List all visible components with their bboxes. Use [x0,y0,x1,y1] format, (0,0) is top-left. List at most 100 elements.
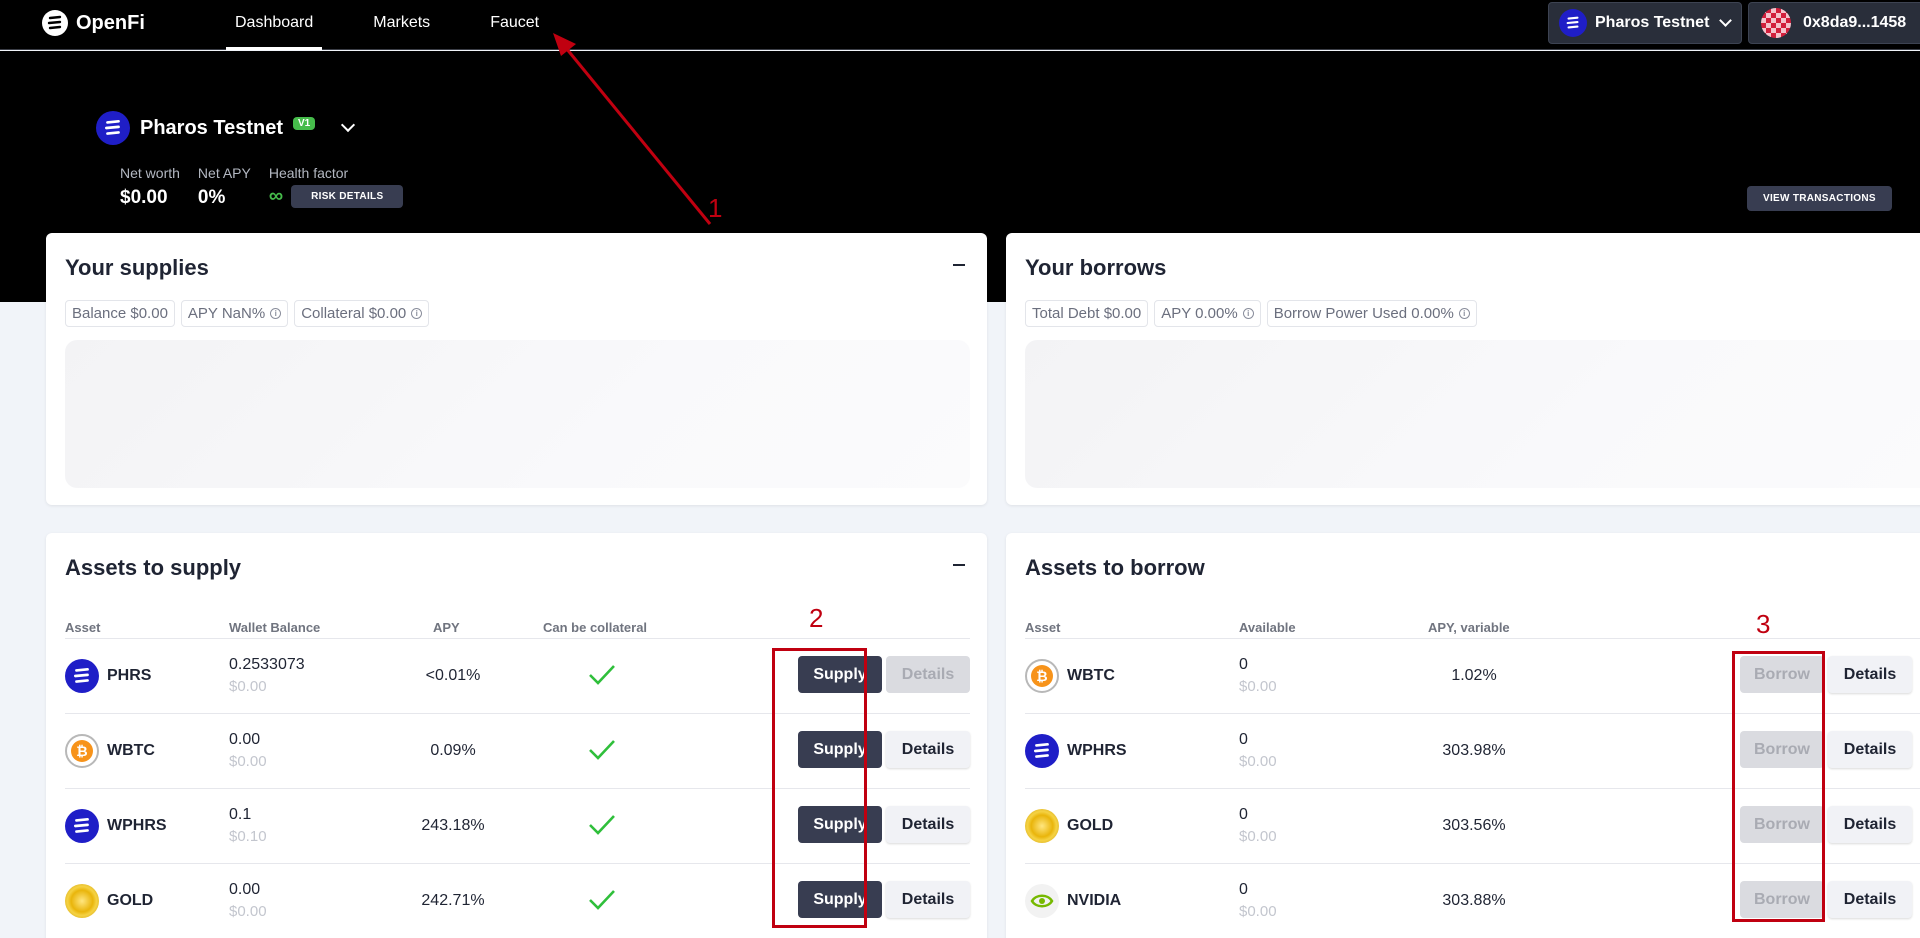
wallet-balance-usd: $0.00 [229,903,267,920]
available-amount: 0 [1239,881,1248,898]
brand-name: OpenFi [76,11,145,34]
bitcoin-token-icon: ₿ [1025,659,1059,693]
health-factor-label: Health factor [268,165,349,181]
hero-stats: Net worth $0.00 Net APY 0% Health factor… [120,165,404,209]
net-apy-stat: Net APY 0% [198,165,251,209]
details-button[interactable]: Details [886,731,970,768]
info-icon[interactable]: i [1458,308,1470,319]
borrows-debt-chip: Total Debt $0.00 [1025,300,1149,327]
gold-token-icon [1025,809,1059,843]
brand[interactable]: OpenFi [42,10,145,36]
col-asset: Asset [65,620,101,635]
chevron-down-icon [1719,14,1733,27]
asset-cell[interactable]: GOLD [65,884,153,918]
asset-symbol: NVIDIA [1067,892,1122,909]
asset-symbol: WPHRS [1067,742,1127,759]
pharos-network-icon [96,111,130,145]
wallet-balance: 0.2533073 [229,656,305,673]
wallet-address-button[interactable]: 0x8da9...1458 [1748,2,1920,44]
chip-text: APY 0.00% [1161,305,1238,322]
asset-symbol: WBTC [1067,667,1115,684]
check-icon [589,665,615,685]
asset-cell[interactable]: WPHRS [1025,734,1127,768]
risk-details-button[interactable]: RISK DETAILS [291,185,404,208]
svg-text:₿: ₿ [1036,669,1047,685]
available-amount: 0 [1239,806,1248,823]
svg-text:₿: ₿ [76,744,87,760]
details-button[interactable]: Details [886,656,970,693]
chip-text: Balance $0.00 [72,305,168,322]
supplies-apy-chip: APY NaN% i [180,300,289,327]
asset-cell[interactable]: PHRS [65,659,151,693]
col-apy-variable: APY, variable [1428,620,1510,635]
top-navbar: OpenFi Dashboard Markets Faucet Pharos T… [0,0,1920,50]
wallet-balance-usd: $0.00 [229,753,267,770]
asset-symbol: WPHRS [107,817,167,834]
chip-text: Collateral $0.00 [301,305,407,322]
collapse-icon[interactable] [953,264,965,266]
annotation-label-1: 1 [708,193,723,223]
nav-dashboard[interactable]: Dashboard [226,0,323,50]
net-worth-label: Net worth [120,165,180,181]
supply-apy: 242.71% [421,892,485,909]
details-button[interactable]: Details [886,881,970,918]
health-factor-stat: Health factor ∞ RISK DETAILS [269,165,404,209]
available-amount: 0 [1239,731,1248,748]
net-apy-label: Net APY [197,165,251,181]
network-selector-button[interactable]: Pharos Testnet [1548,2,1742,44]
net-apy-value: 0% [197,187,226,208]
your-supplies-card: Your supplies Balance $0.00 APY NaN% i Co… [46,233,987,505]
wallet-balance-usd: $0.10 [229,828,267,845]
info-icon[interactable]: i [411,308,423,319]
asset-cell[interactable]: GOLD [1025,809,1113,843]
main-nav: Dashboard Markets Faucet [226,0,590,50]
asset-symbol: GOLD [1067,817,1114,834]
available-amount: 0 [1239,656,1248,673]
check-icon [589,815,615,835]
net-worth-stat: Net worth $0.00 [120,165,180,209]
asset-cell[interactable]: ₿ WBTC [65,734,155,768]
asset-cell[interactable]: NVIDIA [1025,884,1121,918]
wallet-balance: 0.1 [229,806,252,823]
collapse-icon[interactable] [953,564,965,566]
details-button[interactable]: Details [1828,806,1912,843]
supplies-placeholder [65,340,970,488]
view-transactions-button[interactable]: VIEW TRANSACTIONS [1747,186,1892,211]
details-button[interactable]: Details [886,806,970,843]
health-factor-value: ∞ [268,185,284,207]
col-available: Available [1239,620,1296,635]
asset-symbol: WBTC [107,742,155,759]
annotation-box-borrow [1732,651,1825,922]
phrs-token-icon [65,659,99,693]
nvidia-token-icon [1025,884,1059,918]
market-selector[interactable]: Pharos Testnet V1 [96,111,356,145]
supply-apy: <0.01% [425,667,481,684]
asset-cell[interactable]: WPHRS [65,809,167,843]
borrow-apy: 303.56% [1442,817,1506,834]
col-collateral: Can be collateral [543,620,648,635]
asset-cell[interactable]: ₿ WBTC [1025,659,1115,693]
version-badge: V1 [293,116,316,130]
supplies-summary: Balance $0.00 APY NaN% i Collateral $0.00… [65,300,430,327]
available-usd: $0.00 [1239,903,1277,920]
nav-faucet[interactable]: Faucet [481,0,548,50]
info-icon[interactable]: i [1242,308,1254,319]
details-button[interactable]: Details [1828,656,1912,693]
nav-markets[interactable]: Markets [364,0,439,50]
annotation-label-2: 2 [809,603,824,633]
borrows-apy-chip: APY 0.00% i [1154,300,1261,327]
borrow-apy: 303.98% [1442,742,1506,759]
bitcoin-token-icon: ₿ [65,734,99,768]
wphrs-token-icon [1025,734,1059,768]
chevron-down-icon[interactable] [341,117,356,133]
wallet-address: 0x8da9...1458 [1803,14,1907,31]
details-button[interactable]: Details [1828,881,1912,918]
supply-apy: 0.09% [430,742,476,759]
gold-token-icon [65,884,99,918]
details-button[interactable]: Details [1828,731,1912,768]
info-icon[interactable]: i [270,308,282,319]
your-supplies-title: Your supplies [65,255,209,280]
asset-symbol: GOLD [107,892,154,909]
available-usd: $0.00 [1239,753,1277,770]
borrow-apy: 1.02% [1451,667,1497,684]
